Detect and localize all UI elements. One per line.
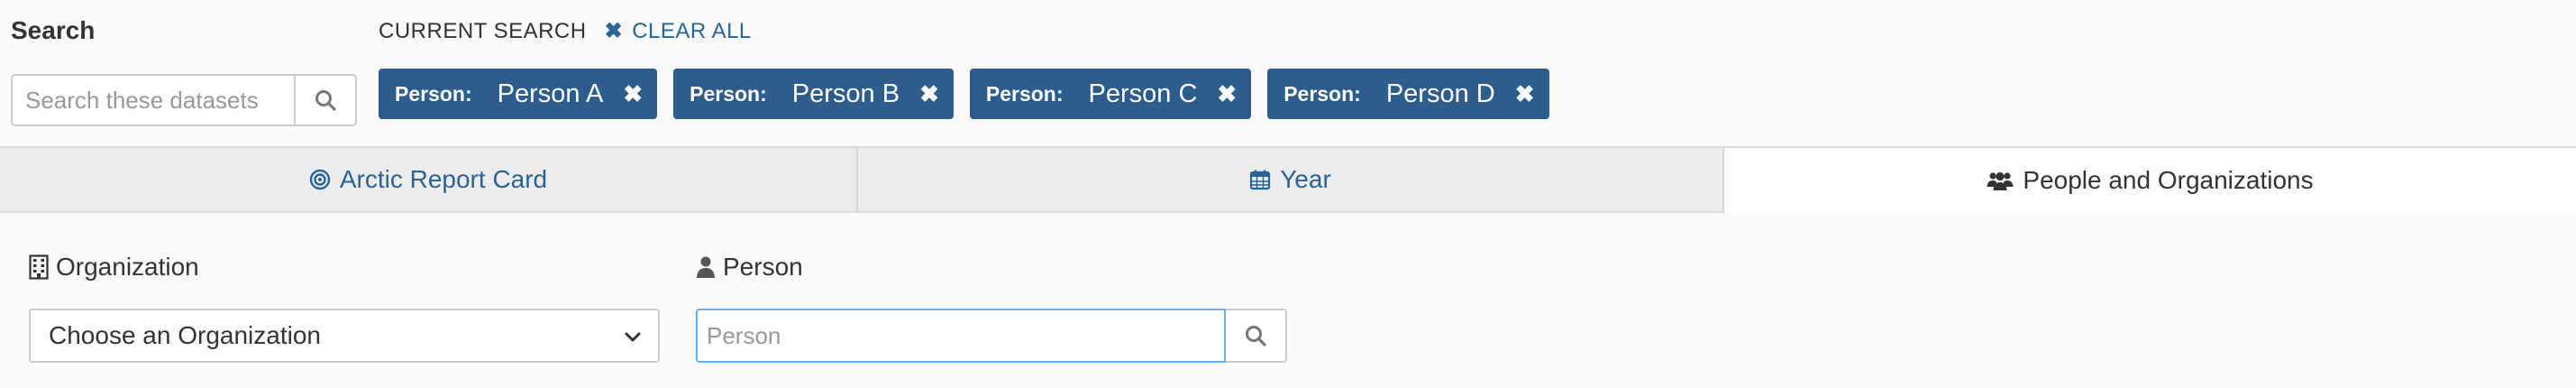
filter-chip-value: Person A — [497, 79, 604, 108]
organization-label-text: Organization — [56, 253, 199, 281]
current-search-bar: CURRENT SEARCH ✖ CLEAR ALL — [379, 18, 752, 44]
filter-chip-key: Person: — [985, 81, 1064, 106]
filter-chips: Person: Person A ✖ Person: Person B ✖ Pe… — [379, 69, 1549, 119]
user-icon — [696, 255, 716, 279]
clear-all-button[interactable]: ✖ CLEAR ALL — [605, 18, 752, 44]
filter-chip-key: Person: — [395, 81, 472, 106]
filter-chip-value: Person D — [1385, 79, 1495, 108]
dataset-search-input[interactable] — [13, 76, 294, 125]
tab-label: Arctic Report Card — [339, 165, 548, 193]
remove-filter-icon[interactable]: ✖ — [1217, 80, 1237, 108]
remove-filter-icon[interactable]: ✖ — [1515, 80, 1535, 108]
person-label: Person — [696, 253, 803, 282]
close-icon: ✖ — [604, 19, 624, 43]
users-icon — [1987, 170, 2014, 191]
organization-select-value: Choose an Organization — [49, 321, 321, 349]
person-search-box — [696, 309, 1287, 363]
person-input[interactable] — [696, 309, 1226, 363]
organization-select[interactable]: Choose an Organization — [29, 309, 660, 363]
building-icon — [29, 254, 49, 280]
filter-chip-value: Person B — [791, 79, 900, 108]
filter-chip-value: Person C — [1088, 79, 1198, 108]
filter-chip-key: Person: — [1283, 81, 1361, 106]
filter-chip: Person: Person D ✖ — [1267, 69, 1549, 119]
calendar-icon — [1249, 169, 1271, 190]
filter-chip-key: Person: — [690, 81, 767, 106]
bullseye-icon — [309, 169, 331, 190]
chevron-down-icon — [624, 321, 642, 350]
search-title: Search — [11, 16, 96, 44]
tab-year[interactable]: Year — [858, 148, 1724, 213]
tab-label: Year — [1280, 165, 1331, 193]
filter-chip: Person: Person C ✖ — [969, 69, 1252, 119]
dataset-search-button[interactable] — [294, 76, 355, 125]
clear-all-label: CLEAR ALL — [632, 18, 752, 43]
search-icon — [315, 90, 336, 111]
dataset-search-box — [11, 74, 357, 126]
person-search-button[interactable] — [1226, 309, 1287, 363]
search-icon — [1246, 326, 1266, 346]
tab-label: People and Organizations — [2023, 166, 2314, 194]
current-search-label: CURRENT SEARCH — [379, 18, 587, 43]
remove-filter-icon[interactable]: ✖ — [919, 80, 939, 108]
organization-label: Organization — [29, 253, 199, 282]
tab-people-and-organizations[interactable]: People and Organizations — [1724, 148, 2576, 213]
facet-tabs: Arctic Report Card Year People and Organ… — [0, 146, 2576, 213]
remove-filter-icon[interactable]: ✖ — [623, 80, 643, 108]
filter-chip: Person: Person B ✖ — [673, 69, 954, 119]
tab-arctic-report-card[interactable]: Arctic Report Card — [0, 148, 858, 213]
filter-chip: Person: Person A ✖ — [379, 69, 658, 119]
person-label-text: Person — [723, 253, 803, 281]
search-app: Search CURRENT SEARCH ✖ CLEAR ALL Person… — [0, 0, 2576, 388]
